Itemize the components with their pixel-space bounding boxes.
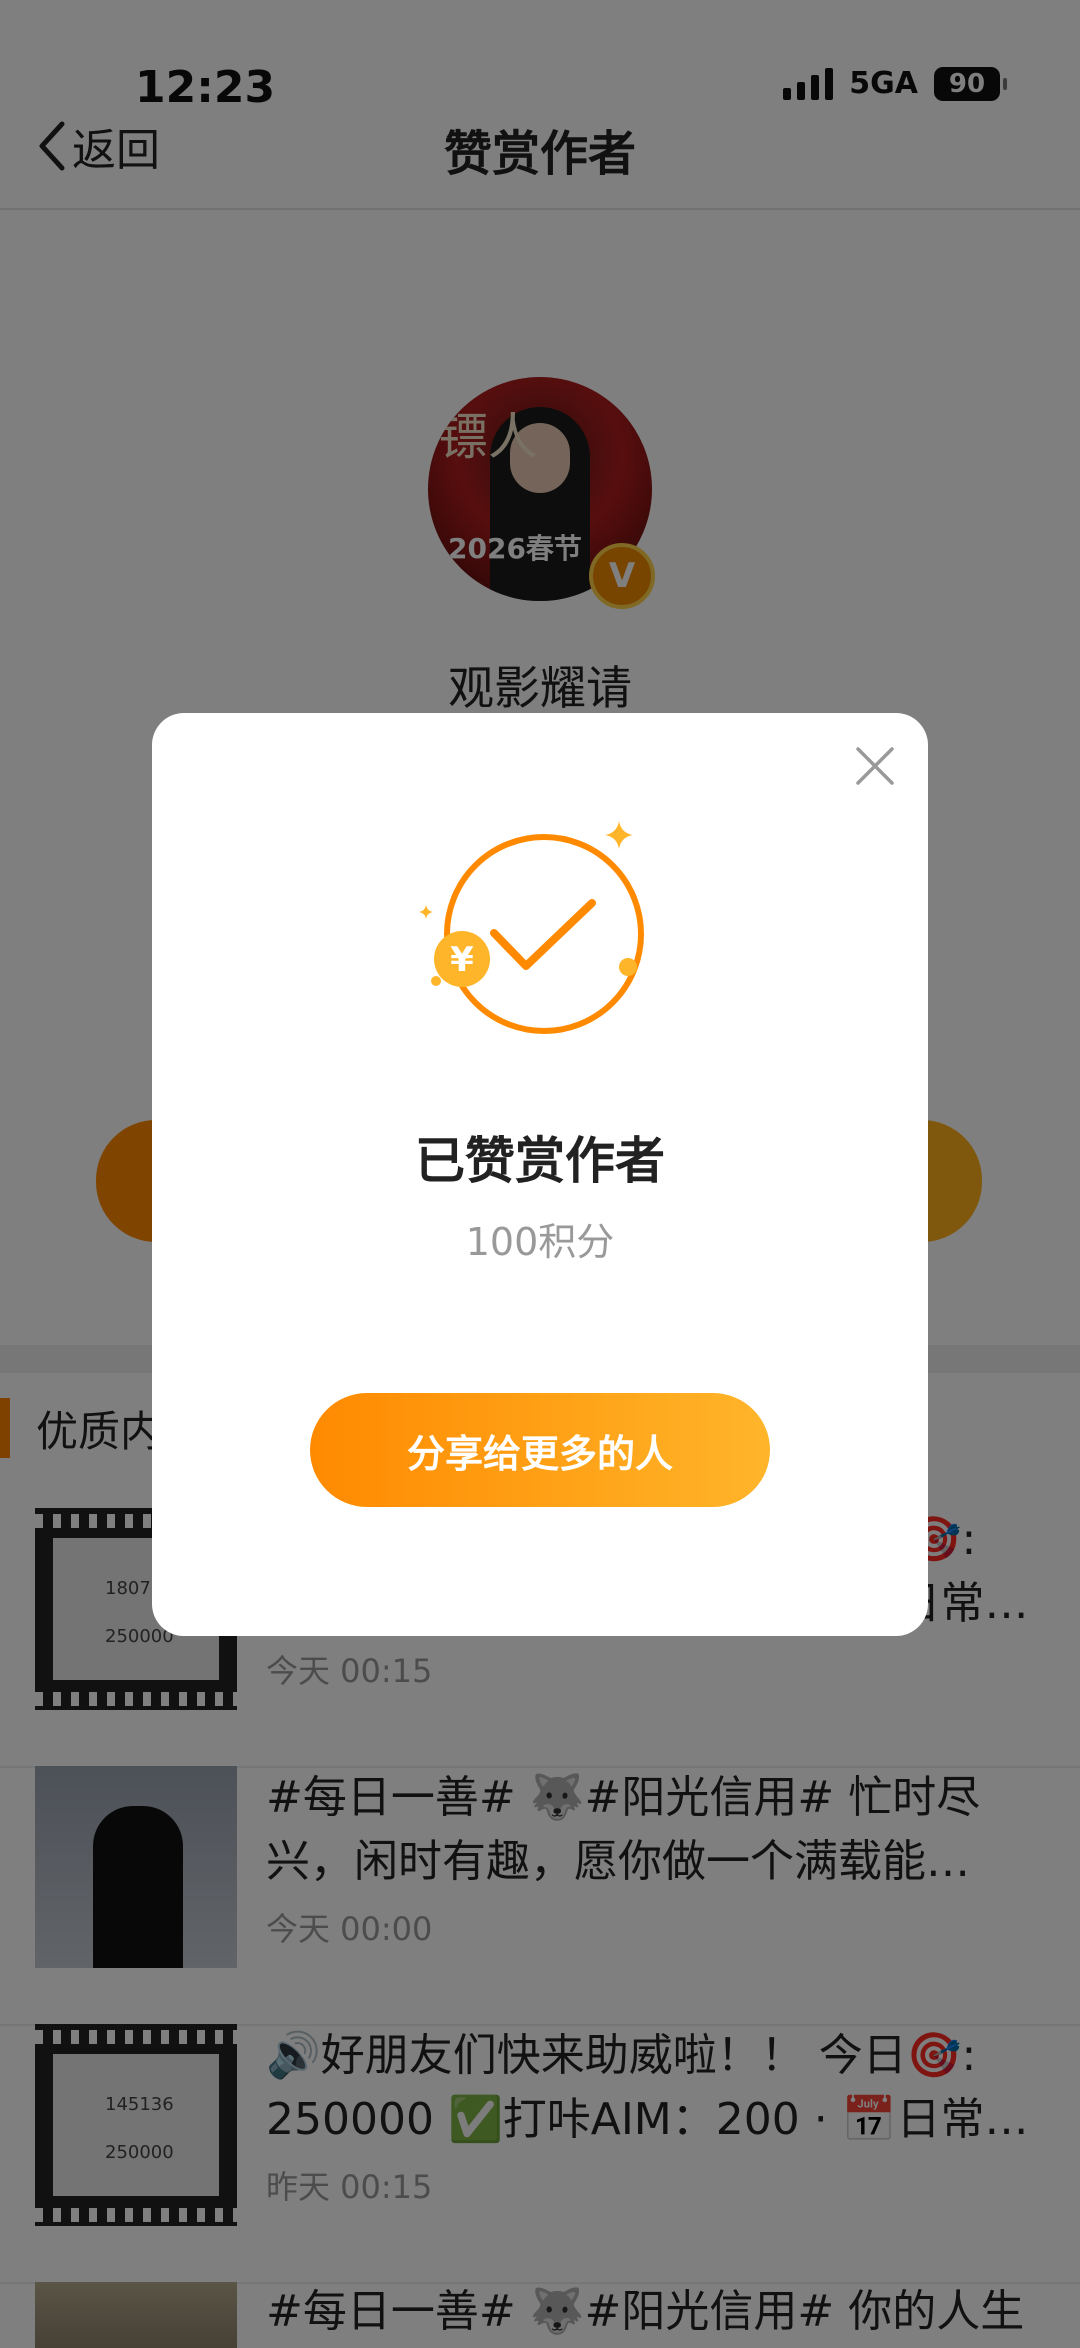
share-button[interactable]: 分享给更多的人	[310, 1393, 770, 1507]
success-check-icon: ¥	[419, 821, 644, 1034]
dialog-subtitle: 100积分	[465, 1220, 615, 1264]
close-icon[interactable]	[852, 743, 898, 789]
coin-symbol: ¥	[450, 940, 474, 980]
dialog-title: 已赞赏作者	[415, 1132, 665, 1190]
reward-success-dialog: ¥ 已赞赏作者 100积分 分享给更多的人	[152, 713, 928, 1636]
